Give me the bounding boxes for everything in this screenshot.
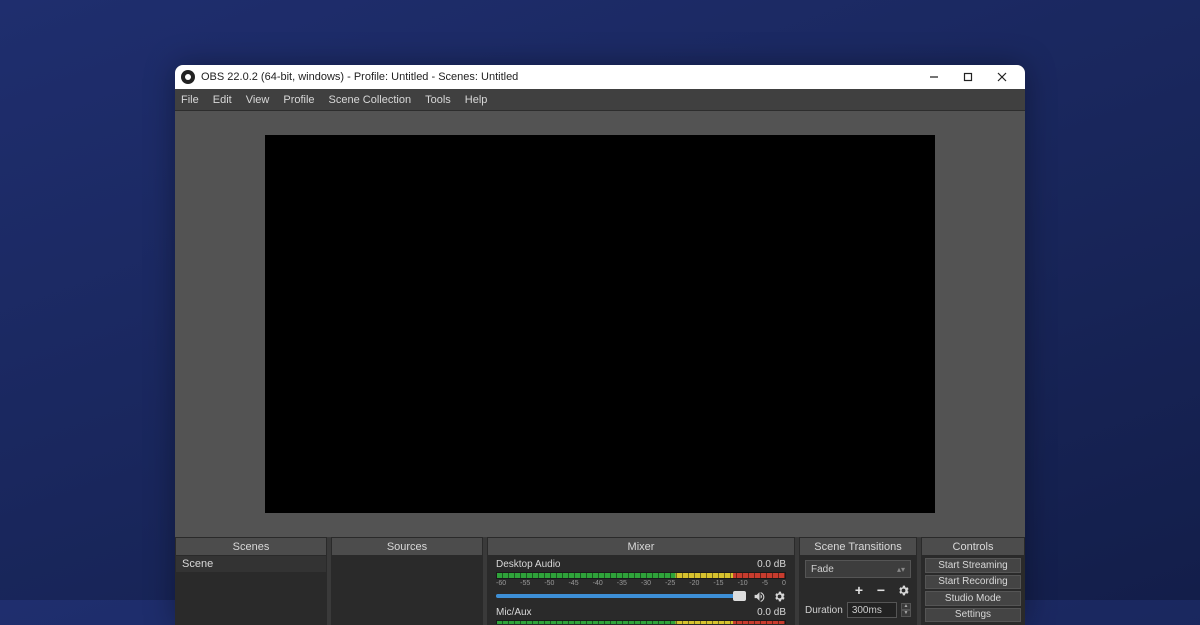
tick: -40 xyxy=(593,580,603,587)
mixer-channel-desktop-audio: Desktop Audio 0.0 dB -60 -55 -50 -45 -40… xyxy=(488,556,794,604)
transition-selected-label: Fade xyxy=(811,564,834,575)
mixer-channel-name: Mic/Aux xyxy=(496,607,532,618)
docks-row: Scenes Scene Sources Mixer Desktop Audio… xyxy=(175,537,1025,625)
start-recording-button[interactable]: Start Recording xyxy=(925,575,1021,590)
tick: -30 xyxy=(641,580,651,587)
controls-dock: Controls Start Streaming Start Recording… xyxy=(921,537,1025,625)
scenes-dock: Scenes Scene xyxy=(175,537,327,625)
volume-slider[interactable] xyxy=(496,594,746,598)
sources-list[interactable] xyxy=(332,556,482,624)
menu-scene-collection[interactable]: Scene Collection xyxy=(329,94,412,106)
mixer-body: Desktop Audio 0.0 dB -60 -55 -50 -45 -40… xyxy=(488,556,794,624)
sources-dock: Sources xyxy=(331,537,483,625)
sources-header: Sources xyxy=(332,538,482,556)
scenes-list[interactable]: Scene xyxy=(176,556,326,624)
transition-settings-button[interactable] xyxy=(895,582,911,598)
tick: -10 xyxy=(738,580,748,587)
titlebar[interactable]: OBS 22.0.2 (64-bit, windows) - Profile: … xyxy=(175,65,1025,89)
window-title: OBS 22.0.2 (64-bit, windows) - Profile: … xyxy=(201,71,518,83)
controls-header: Controls xyxy=(922,538,1024,556)
mixer-channel-level: 0.0 dB xyxy=(757,607,786,618)
speaker-icon[interactable] xyxy=(752,589,766,603)
gear-icon[interactable] xyxy=(772,589,786,603)
add-transition-button[interactable]: + xyxy=(851,582,867,598)
menu-help[interactable]: Help xyxy=(465,94,488,106)
studio-mode-button[interactable]: Studio Mode xyxy=(925,591,1021,606)
duration-input[interactable]: 300ms xyxy=(847,602,897,618)
audio-meter xyxy=(496,620,786,624)
duration-value: 300ms xyxy=(852,605,882,616)
controls-body: Start Streaming Start Recording Studio M… xyxy=(922,556,1024,624)
maximize-button[interactable] xyxy=(951,65,985,89)
settings-button[interactable]: Settings xyxy=(925,608,1021,623)
menu-edit[interactable]: Edit xyxy=(213,94,232,106)
scene-item[interactable]: Scene xyxy=(176,556,326,572)
menubar: File Edit View Profile Scene Collection … xyxy=(175,89,1025,111)
mixer-channel-level: 0.0 dB xyxy=(757,559,786,570)
tick: 0 xyxy=(782,580,786,587)
duration-spinner[interactable]: ▲▼ xyxy=(901,603,911,617)
mixer-dock: Mixer Desktop Audio 0.0 dB -60 -55 -50 -… xyxy=(487,537,795,625)
mixer-header: Mixer xyxy=(488,538,794,556)
start-streaming-button[interactable]: Start Streaming xyxy=(925,558,1021,573)
preview-area xyxy=(175,111,1025,537)
tick: -55 xyxy=(520,580,530,587)
minimize-button[interactable] xyxy=(917,65,951,89)
close-button[interactable] xyxy=(985,65,1019,89)
duration-label: Duration xyxy=(805,605,843,616)
menu-tools[interactable]: Tools xyxy=(425,94,451,106)
scenes-header: Scenes xyxy=(176,538,326,556)
tick: -45 xyxy=(568,580,578,587)
menu-file[interactable]: File xyxy=(181,94,199,106)
tick: -15 xyxy=(713,580,723,587)
meter-ticks: -60 -55 -50 -45 -40 -35 -30 -25 -20 -15 … xyxy=(496,580,786,587)
transitions-body: Fade ▴▾ + − Duration 300ms ▲▼ xyxy=(800,556,916,624)
remove-transition-button[interactable]: − xyxy=(873,582,889,598)
obs-app-icon xyxy=(181,70,195,84)
chevron-updown-icon: ▴▾ xyxy=(897,565,905,574)
transition-select[interactable]: Fade ▴▾ xyxy=(805,560,911,578)
audio-meter xyxy=(496,572,786,579)
transitions-dock: Scene Transitions Fade ▴▾ + − Duration 3 xyxy=(799,537,917,625)
mixer-channel-name: Desktop Audio xyxy=(496,559,561,570)
tick: -20 xyxy=(689,580,699,587)
app-window: OBS 22.0.2 (64-bit, windows) - Profile: … xyxy=(175,65,1025,625)
menu-view[interactable]: View xyxy=(246,94,270,106)
menu-profile[interactable]: Profile xyxy=(283,94,314,106)
tick: -25 xyxy=(665,580,675,587)
tick: -35 xyxy=(617,580,627,587)
transitions-header: Scene Transitions xyxy=(800,538,916,556)
tick: -5 xyxy=(762,580,768,587)
tick: -50 xyxy=(544,580,554,587)
tick: -60 xyxy=(496,580,506,587)
preview-canvas[interactable] xyxy=(265,135,935,513)
mixer-channel-mic-aux: Mic/Aux 0.0 dB xyxy=(488,604,794,624)
